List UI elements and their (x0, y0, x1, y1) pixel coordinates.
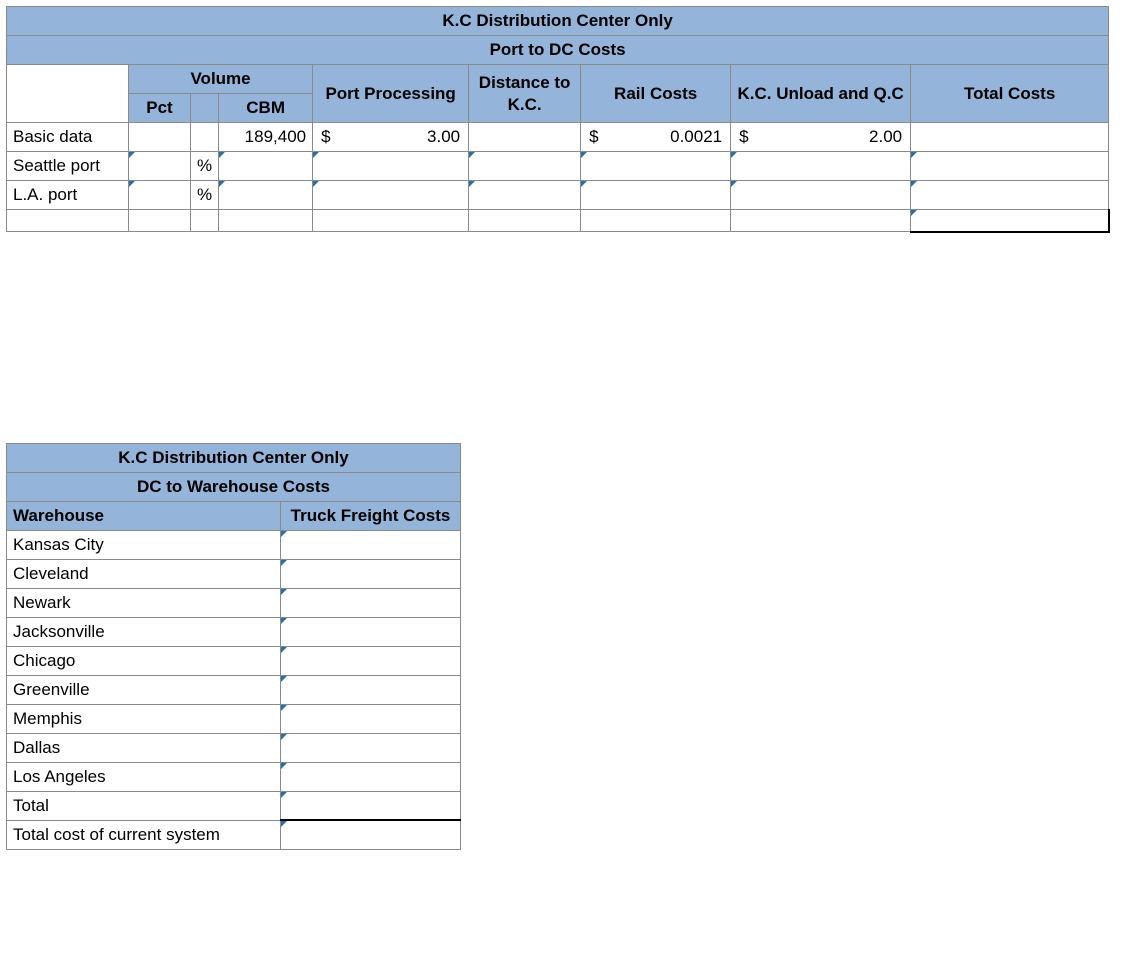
col-total: Total Costs (911, 65, 1109, 123)
cell-distance[interactable] (469, 181, 581, 210)
col-warehouse: Warehouse (7, 501, 281, 530)
col-cbm: CBM (219, 94, 313, 123)
cell-total (911, 123, 1109, 152)
cell-truck-cost[interactable] (281, 588, 461, 617)
row-warehouse: Newark (7, 588, 461, 617)
warehouse-label: Greenville (7, 675, 281, 704)
cell-pct-unit: % (191, 181, 219, 210)
row-warehouse: Greenville (7, 675, 461, 704)
cell-truck-cost[interactable] (281, 704, 461, 733)
blank-corner (7, 65, 129, 94)
cell-blank (469, 210, 581, 232)
col-truck: Truck Freight Costs (281, 501, 461, 530)
cell-unload: $ 2.00 (731, 123, 911, 152)
cell-cbm[interactable] (219, 152, 313, 181)
currency-val: 2.00 (869, 126, 904, 148)
warehouse-label: Los Angeles (7, 762, 281, 791)
row-label: L.A. port (7, 181, 129, 210)
warehouse-label: Total (7, 791, 281, 820)
cell-truck-cost[interactable] (281, 762, 461, 791)
row-basic-data: Basic data 189,400 $ 3.00 $ 0.0021 $ 2.0… (7, 123, 1109, 152)
cell-system-total[interactable] (281, 820, 461, 849)
row-label: Seattle port (7, 152, 129, 181)
cell-rail[interactable] (581, 152, 731, 181)
currency-sym: $ (319, 126, 330, 148)
warehouse-label: Memphis (7, 704, 281, 733)
currency-val: 3.00 (427, 126, 462, 148)
row-warehouse: Cleveland (7, 559, 461, 588)
col-unload: K.C. Unload and Q.C (731, 65, 911, 123)
cell-port-processing: $ 3.00 (313, 123, 469, 152)
cell-truck-total[interactable] (281, 791, 461, 820)
cell-port-processing[interactable] (313, 152, 469, 181)
cell-blank (7, 210, 129, 232)
cell-truck-cost[interactable] (281, 646, 461, 675)
cell-pct[interactable] (129, 152, 191, 181)
cell-unload[interactable] (731, 152, 911, 181)
warehouse-label: Cleveland (7, 559, 281, 588)
port-to-dc-table: K.C Distribution Center Only Port to DC … (6, 6, 1110, 233)
cell-pct-unit: % (191, 152, 219, 181)
currency-sym: $ (587, 126, 598, 148)
cell-distance[interactable] (469, 152, 581, 181)
cell-truck-cost[interactable] (281, 559, 461, 588)
cell-cbm[interactable] (219, 181, 313, 210)
cell-distance (469, 123, 581, 152)
warehouse-label: Newark (7, 588, 281, 617)
row-seattle-port: Seattle port % (7, 152, 1109, 181)
top-subtitle: Port to DC Costs (7, 36, 1109, 65)
cell-blank (731, 210, 911, 232)
cell-total[interactable] (911, 152, 1109, 181)
row-total: Total (7, 791, 461, 820)
cell-truck-cost[interactable] (281, 617, 461, 646)
cell-rail[interactable] (581, 181, 731, 210)
blank-corner2 (7, 94, 129, 123)
row-warehouse: Kansas City (7, 530, 461, 559)
col-port-processing: Port Processing (313, 65, 469, 123)
cell-cbm: 189,400 (219, 123, 313, 152)
row-label: Basic data (7, 123, 129, 152)
col-pct: Pct (129, 94, 191, 123)
warehouse-label: Dallas (7, 733, 281, 762)
row-grand-total: Total cost of current system (7, 820, 461, 849)
cell-blank (313, 210, 469, 232)
cell-rail: $ 0.0021 (581, 123, 731, 152)
row-warehouse: Chicago (7, 646, 461, 675)
dc-to-warehouse-table: K.C Distribution Center Only DC to Wareh… (6, 443, 461, 850)
cell-pct[interactable] (129, 181, 191, 210)
bottom-title: K.C Distribution Center Only (7, 443, 461, 472)
warehouse-label: Chicago (7, 646, 281, 675)
warehouse-label: Jacksonville (7, 617, 281, 646)
currency-val: 0.0021 (670, 126, 724, 148)
cell-pct (129, 123, 191, 152)
cell-unload[interactable] (731, 181, 911, 210)
cell-grand-total[interactable] (911, 210, 1109, 232)
cell-port-processing[interactable] (313, 181, 469, 210)
top-title: K.C Distribution Center Only (7, 7, 1109, 36)
col-rail: Rail Costs (581, 65, 731, 123)
cell-total[interactable] (911, 181, 1109, 210)
row-warehouse: Los Angeles (7, 762, 461, 791)
warehouse-label: Total cost of current system (7, 820, 281, 849)
row-warehouse: Jacksonville (7, 617, 461, 646)
col-volume: Volume (129, 65, 313, 94)
cell-truck-cost[interactable] (281, 530, 461, 559)
bottom-subtitle: DC to Warehouse Costs (7, 472, 461, 501)
warehouse-label: Kansas City (7, 530, 281, 559)
cell-blank (191, 210, 219, 232)
currency-sym: $ (737, 126, 748, 148)
cell-blank (129, 210, 191, 232)
col-pct-unit (191, 94, 219, 123)
row-la-port: L.A. port % (7, 181, 1109, 210)
cell-pct-unit (191, 123, 219, 152)
row-warehouse: Memphis (7, 704, 461, 733)
cell-truck-cost[interactable] (281, 675, 461, 704)
row-warehouse: Dallas (7, 733, 461, 762)
cell-truck-cost[interactable] (281, 733, 461, 762)
row-blank-summary (7, 210, 1109, 232)
cell-blank (219, 210, 313, 232)
col-distance: Distance to K.C. (469, 65, 581, 123)
cell-blank (581, 210, 731, 232)
